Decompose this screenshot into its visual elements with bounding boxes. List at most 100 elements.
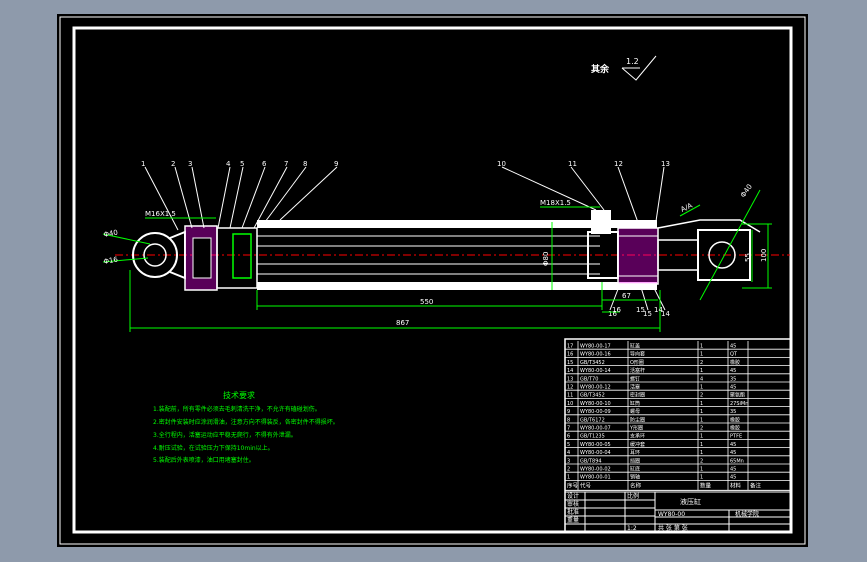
bom-cell-name: 导向套 bbox=[630, 351, 645, 358]
bom-cell-name: 支承环 bbox=[630, 433, 645, 440]
note-line-4: 4.耐压试验，在试验压力下保持10min以上。 bbox=[153, 444, 274, 452]
bom-cell-code: WY80-00-07 bbox=[580, 426, 611, 432]
bom-cell-no: 5 bbox=[567, 442, 570, 448]
bom-cell-name: O形圈 bbox=[630, 359, 644, 366]
bom-cell-mat: 45 bbox=[730, 368, 736, 374]
bom-cell-mat: 45 bbox=[730, 450, 736, 456]
bom-cell-name: 缓冲套 bbox=[630, 441, 645, 448]
bom-cell-name: 缸底 bbox=[630, 466, 640, 473]
note-line-2: 2.密封件安装时应涂润滑油，注意方向不得装反，各密封件不得损坏。 bbox=[153, 418, 339, 426]
dim-rod-end-h: 100 bbox=[760, 249, 768, 262]
dim-stroke: 550 bbox=[420, 298, 433, 306]
bom-cell-no: 8 bbox=[567, 417, 570, 423]
bom-cell-no: 3 bbox=[567, 458, 570, 464]
bom-cell-code: WY80-00-16 bbox=[580, 352, 611, 358]
bom-cell-qty: 1 bbox=[700, 475, 703, 481]
dim-bore-dia: Φ80 bbox=[542, 252, 550, 266]
bom-cell-name: 耳环 bbox=[630, 450, 640, 456]
balloon-5: 5 bbox=[240, 160, 244, 168]
barrel-bottom-wall bbox=[257, 282, 657, 290]
bom-cell-code: WY80-00-01 bbox=[580, 475, 611, 481]
bom-cell-name: 挡圈 bbox=[630, 457, 640, 464]
bom-header-no: 序号 bbox=[567, 481, 579, 489]
bom-cell-qty: 1 bbox=[700, 352, 703, 358]
bom-cell-no: 1 bbox=[567, 475, 570, 481]
note-line-3: 3.全行程内，活塞运动应平稳无爬行，不得有外泄漏。 bbox=[153, 431, 297, 439]
bom-cell-no: 13 bbox=[567, 376, 573, 382]
dim-15: 15 bbox=[636, 306, 645, 314]
bom-cell-name: 螺母 bbox=[630, 408, 640, 415]
bom-cell-qty: 2 bbox=[700, 426, 703, 432]
bom-cell-name: 活塞 bbox=[630, 384, 640, 391]
bom-cell-mat: 45 bbox=[730, 385, 736, 391]
bom-cell-qty: 1 bbox=[700, 434, 703, 440]
bom-cell-name: 密封圈 bbox=[630, 392, 645, 399]
title-weight: 重量 bbox=[567, 516, 579, 524]
bom-cell-no: 4 bbox=[567, 450, 570, 456]
bom-cell-no: 10 bbox=[567, 401, 573, 407]
bom-cell-mat: 橡胶 bbox=[730, 416, 740, 423]
bom-cell-no: 16 bbox=[567, 352, 573, 358]
bom-cell-mat: 45 bbox=[730, 475, 736, 481]
cad-drawing: 其余 1.2 1 2 3 4 5 6 7 8 9 10 11 12 13 14 … bbox=[0, 0, 867, 562]
dim-rod-small: 67 bbox=[622, 292, 631, 300]
bom-cell-qty: 1 bbox=[700, 401, 703, 407]
bom-cell-code: WY80-00-14 bbox=[580, 368, 611, 374]
bom-cell-name: 活塞杆 bbox=[630, 367, 645, 374]
port-boss bbox=[591, 210, 611, 234]
bom-cell-mat: 45 bbox=[730, 344, 736, 350]
bom-cell-mat: 橡胶 bbox=[730, 359, 740, 366]
bom-cell-no: 12 bbox=[567, 385, 573, 391]
bom-cell-mat: 聚氨酯 bbox=[730, 392, 745, 399]
balloon-10: 10 bbox=[497, 160, 506, 168]
bom-cell-code: GB/T1235 bbox=[580, 434, 605, 440]
bom-cell-name: 缸筒 bbox=[630, 400, 640, 407]
bom-cell-qty: 1 bbox=[700, 409, 703, 415]
title-scale-label: 比例 bbox=[627, 492, 639, 500]
balloon-9: 9 bbox=[334, 160, 338, 168]
dim-14: 14 bbox=[654, 306, 663, 314]
bom-cell-code: WY80-00-12 bbox=[580, 385, 611, 391]
bom-cell-mat: QT bbox=[730, 352, 738, 358]
dim-thread-left: M16X1.5 bbox=[145, 210, 176, 218]
bom-cell-code: WY80-00-10 bbox=[580, 401, 611, 407]
balloon-11: 11 bbox=[568, 160, 577, 168]
bom-cell-no: 15 bbox=[567, 360, 573, 366]
bom-cell-qty: 2 bbox=[700, 360, 703, 366]
dim-thread-right: M18X1.5 bbox=[540, 199, 571, 207]
bom-cell-code: GB/T3452 bbox=[580, 360, 605, 366]
bom-cell-code: GB/T3452 bbox=[580, 393, 605, 399]
bom-header-remark: 备注 bbox=[750, 481, 762, 489]
bom-cell-no: 14 bbox=[567, 368, 573, 374]
bom-cell-mat: 45 bbox=[730, 467, 736, 473]
title-scale: 1:2 bbox=[627, 525, 637, 532]
bom-cell-code: GB/T894 bbox=[580, 458, 602, 464]
balloon-7: 7 bbox=[284, 160, 288, 168]
title-design: 设计 bbox=[567, 492, 579, 500]
bom-cell-name: Y形圈 bbox=[629, 425, 643, 432]
balloon-8: 8 bbox=[303, 160, 307, 168]
title-check: 审核 bbox=[567, 500, 579, 508]
cylinder-bottom-cavity bbox=[192, 237, 212, 279]
bom-cell-mat: 橡胶 bbox=[730, 425, 740, 432]
bom-cell-qty: 4 bbox=[700, 376, 703, 382]
balloon-2: 2 bbox=[171, 160, 175, 168]
bom-cell-code: WY80-00-09 bbox=[580, 409, 611, 415]
bom-cell-qty: 2 bbox=[700, 393, 703, 399]
note-line-5: 5.装配后外表喷漆，油口用堵塞封住。 bbox=[153, 456, 255, 464]
title-sheet: 共 张 第 张 bbox=[658, 524, 688, 532]
bom-cell-mat: 27SiMn bbox=[730, 401, 748, 407]
bom-header-name: 名称 bbox=[630, 481, 642, 489]
bom-header-mat: 材料 bbox=[730, 481, 742, 489]
bom-header-code: 代号 bbox=[580, 481, 592, 489]
bom-cell-no: 6 bbox=[567, 434, 570, 440]
title-approve: 批准 bbox=[567, 508, 579, 516]
bom-cell-qty: 1 bbox=[700, 417, 703, 423]
balloon-4: 4 bbox=[226, 160, 231, 168]
bom-cell-name: 防尘圈 bbox=[630, 416, 645, 423]
bom-cell-code: WY80-00-02 bbox=[580, 467, 611, 473]
balloon-13: 13 bbox=[661, 160, 670, 168]
bom-cell-name: 缸盖 bbox=[630, 343, 640, 350]
bom-cell-code: GB/T70 bbox=[580, 376, 598, 382]
bom-header-qty: 数量 bbox=[700, 481, 712, 489]
